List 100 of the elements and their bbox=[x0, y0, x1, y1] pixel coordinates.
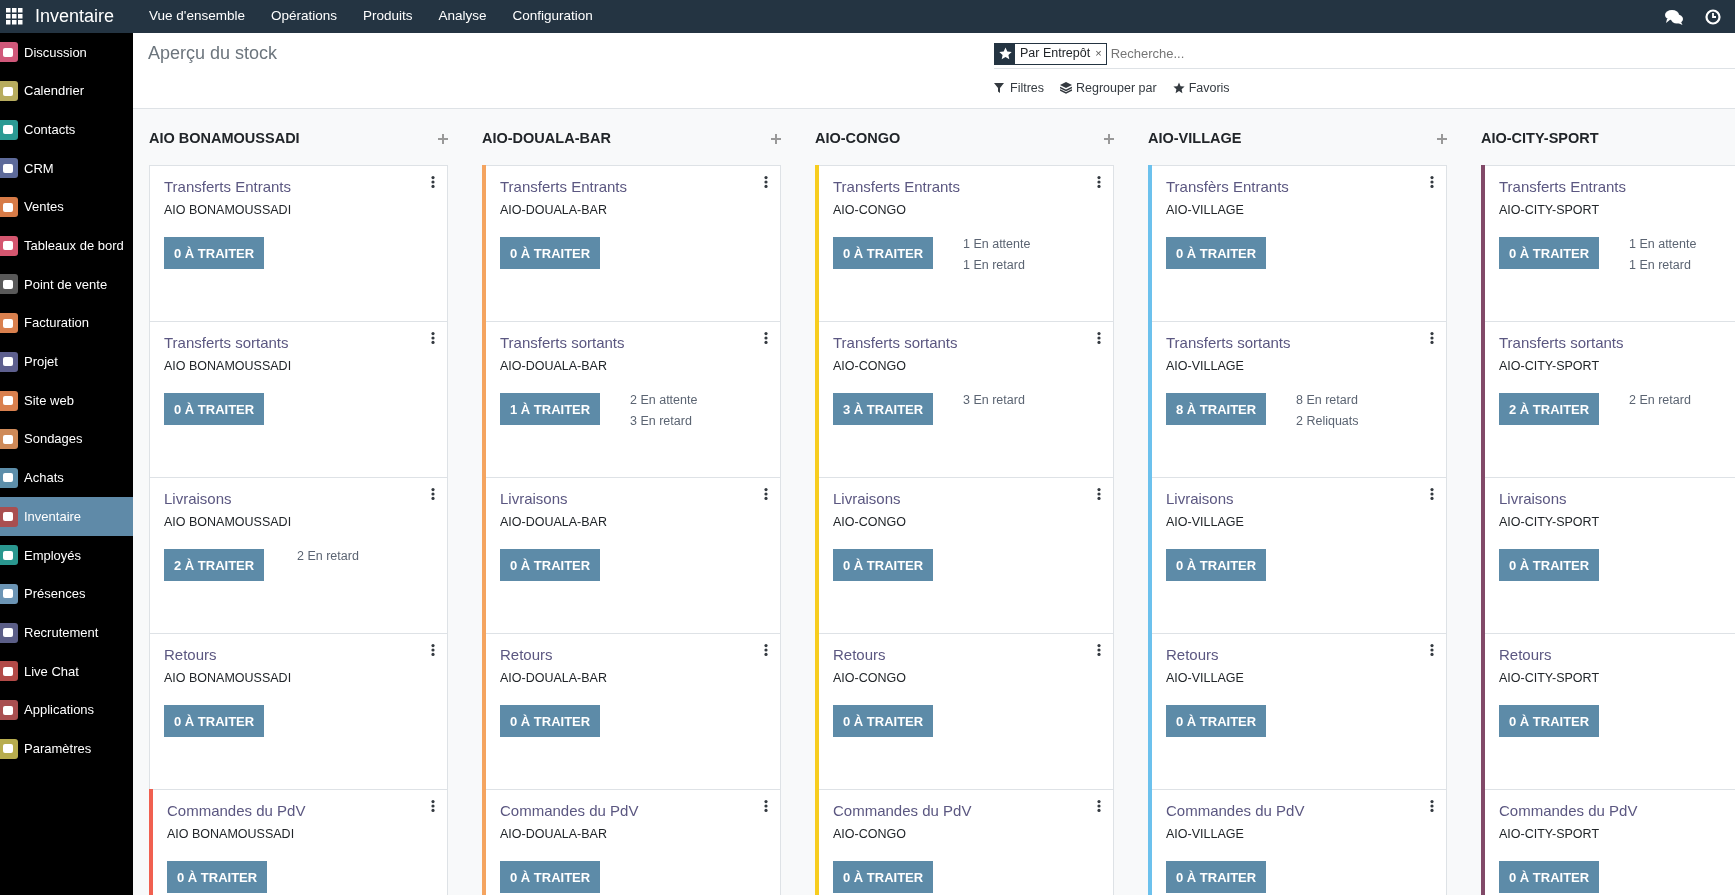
card-title[interactable]: Livraisons bbox=[1166, 488, 1432, 511]
chat-bubbles-icon[interactable] bbox=[1665, 8, 1683, 25]
filter-facet[interactable]: Par Entrepôt × bbox=[994, 42, 1107, 65]
to-process-button[interactable]: 2 À TRAITER bbox=[164, 549, 265, 582]
kebab-menu-icon[interactable] bbox=[431, 332, 435, 344]
menu-item[interactable]: Analyse bbox=[425, 6, 500, 27]
kebab-menu-icon[interactable] bbox=[1097, 800, 1101, 812]
status-link[interactable]: 1 En attente bbox=[963, 235, 1063, 254]
to-process-button[interactable]: 0 À TRAITER bbox=[500, 237, 601, 270]
status-link[interactable]: 8 En retard bbox=[1296, 391, 1396, 410]
sidebar-item[interactable]: Employés bbox=[0, 535, 133, 575]
card-title[interactable]: Transferts sortants bbox=[1166, 332, 1432, 355]
to-process-button[interactable]: 0 À TRAITER bbox=[833, 237, 934, 270]
card-title[interactable]: Retours bbox=[500, 644, 766, 667]
kebab-menu-icon[interactable] bbox=[1097, 488, 1101, 500]
status-link[interactable]: 3 En retard bbox=[630, 412, 730, 431]
card-title[interactable]: Commandes du PdV bbox=[500, 800, 766, 823]
to-process-button[interactable]: 0 À TRAITER bbox=[833, 705, 934, 738]
status-link[interactable]: 2 Reliquats bbox=[1296, 412, 1396, 431]
to-process-button[interactable]: 8 À TRAITER bbox=[1166, 393, 1267, 426]
to-process-button[interactable]: 0 À TRAITER bbox=[500, 861, 601, 894]
card-title[interactable]: Retours bbox=[833, 644, 1099, 667]
apps-grid-icon[interactable] bbox=[6, 8, 23, 25]
status-link[interactable]: 2 En attente bbox=[630, 391, 730, 410]
to-process-button[interactable]: 3 À TRAITER bbox=[833, 393, 934, 426]
to-process-button[interactable]: 0 À TRAITER bbox=[1499, 861, 1600, 894]
card-title[interactable]: Livraisons bbox=[164, 488, 433, 511]
to-process-button[interactable]: 0 À TRAITER bbox=[500, 705, 601, 738]
toolbar-button[interactable]: Filtres bbox=[994, 79, 1045, 98]
card-title[interactable]: Transferts sortants bbox=[164, 332, 433, 355]
plus-icon[interactable] bbox=[1104, 133, 1114, 144]
kebab-menu-icon[interactable] bbox=[1430, 488, 1434, 500]
status-link[interactable]: 3 En retard bbox=[963, 391, 1063, 410]
sidebar-item[interactable]: Site web bbox=[0, 381, 133, 420]
card-title[interactable]: Commandes du PdV bbox=[833, 800, 1099, 823]
kebab-menu-icon[interactable] bbox=[431, 644, 435, 656]
to-process-button[interactable]: 0 À TRAITER bbox=[1499, 237, 1600, 270]
toolbar-button[interactable]: Favoris bbox=[1172, 79, 1230, 98]
card-title[interactable]: Livraisons bbox=[833, 488, 1099, 511]
status-link[interactable]: 1 En attente bbox=[1629, 235, 1729, 254]
sidebar-item[interactable]: Facturation bbox=[0, 303, 133, 343]
to-process-button[interactable]: 0 À TRAITER bbox=[1166, 861, 1267, 894]
to-process-button[interactable]: 2 À TRAITER bbox=[1499, 393, 1600, 426]
card-title[interactable]: Commandes du PdV bbox=[167, 800, 433, 823]
card-title[interactable]: Transferts sortants bbox=[1499, 332, 1735, 355]
toolbar-button[interactable]: Regrouper par bbox=[1060, 79, 1157, 98]
card-title[interactable]: Transferts sortants bbox=[500, 332, 766, 355]
to-process-button[interactable]: 0 À TRAITER bbox=[833, 549, 934, 582]
sidebar-item[interactable]: Calendrier bbox=[0, 71, 133, 111]
plus-icon[interactable] bbox=[438, 133, 448, 144]
sidebar-item[interactable]: Achats bbox=[0, 458, 133, 498]
card-title[interactable]: Transferts Entrants bbox=[833, 176, 1099, 199]
kebab-menu-icon[interactable] bbox=[1430, 332, 1434, 344]
clock-icon[interactable] bbox=[1705, 8, 1721, 25]
kebab-menu-icon[interactable] bbox=[764, 332, 768, 344]
status-link[interactable]: 2 En retard bbox=[297, 547, 397, 566]
to-process-button[interactable]: 0 À TRAITER bbox=[1166, 237, 1267, 270]
kebab-menu-icon[interactable] bbox=[1430, 176, 1434, 188]
card-title[interactable]: Transferts Entrants bbox=[500, 176, 766, 199]
kebab-menu-icon[interactable] bbox=[1097, 176, 1101, 188]
to-process-button[interactable]: 0 À TRAITER bbox=[1499, 549, 1600, 582]
kebab-menu-icon[interactable] bbox=[1430, 644, 1434, 656]
kebab-menu-icon[interactable] bbox=[1097, 332, 1101, 344]
sidebar-item[interactable]: Tableaux de bord bbox=[0, 226, 133, 266]
kebab-menu-icon[interactable] bbox=[764, 488, 768, 500]
plus-icon[interactable] bbox=[771, 133, 781, 144]
sidebar-item[interactable]: Ventes bbox=[0, 187, 133, 227]
sidebar-item[interactable]: Discussion bbox=[0, 33, 133, 72]
sidebar-item[interactable]: Paramètres bbox=[0, 729, 133, 769]
status-link[interactable]: 1 En retard bbox=[963, 256, 1063, 275]
sidebar-item[interactable]: Sondages bbox=[0, 419, 133, 459]
sidebar-item[interactable]: Recrutement bbox=[0, 613, 133, 652]
kebab-menu-icon[interactable] bbox=[1097, 644, 1101, 656]
to-process-button[interactable]: 1 À TRAITER bbox=[500, 393, 601, 426]
card-title[interactable]: Retours bbox=[164, 644, 433, 667]
to-process-button[interactable]: 0 À TRAITER bbox=[1166, 549, 1267, 582]
card-title[interactable]: Commandes du PdV bbox=[1499, 800, 1735, 823]
kebab-menu-icon[interactable] bbox=[431, 800, 435, 812]
kebab-menu-icon[interactable] bbox=[431, 488, 435, 500]
menu-item[interactable]: Produits bbox=[350, 6, 426, 27]
kebab-menu-icon[interactable] bbox=[764, 176, 768, 188]
card-title[interactable]: Retours bbox=[1499, 644, 1735, 667]
kebab-menu-icon[interactable] bbox=[764, 800, 768, 812]
sidebar-item[interactable]: Projet bbox=[0, 342, 133, 382]
sidebar-item[interactable]: CRM bbox=[0, 149, 133, 188]
menu-item[interactable]: Opérations bbox=[257, 6, 350, 27]
to-process-button[interactable]: 0 À TRAITER bbox=[164, 705, 265, 738]
kebab-menu-icon[interactable] bbox=[431, 176, 435, 188]
kebab-menu-icon[interactable] bbox=[1430, 800, 1434, 812]
sidebar-item[interactable]: Applications bbox=[0, 690, 133, 730]
to-process-button[interactable]: 0 À TRAITER bbox=[1166, 705, 1267, 738]
menu-item[interactable]: Vue d'ensemble bbox=[136, 6, 258, 27]
sidebar-item[interactable]: Live Chat bbox=[0, 652, 133, 691]
plus-icon[interactable] bbox=[1437, 133, 1447, 144]
remove-facet-button[interactable]: × bbox=[1095, 45, 1102, 62]
sidebar-item[interactable]: Point de vente bbox=[0, 265, 133, 304]
card-title[interactable]: Transfèrs Entrants bbox=[1166, 176, 1432, 199]
to-process-button[interactable]: 0 À TRAITER bbox=[833, 861, 934, 894]
status-link[interactable]: 2 En retard bbox=[1629, 391, 1729, 410]
menu-item[interactable]: Configuration bbox=[499, 6, 606, 27]
